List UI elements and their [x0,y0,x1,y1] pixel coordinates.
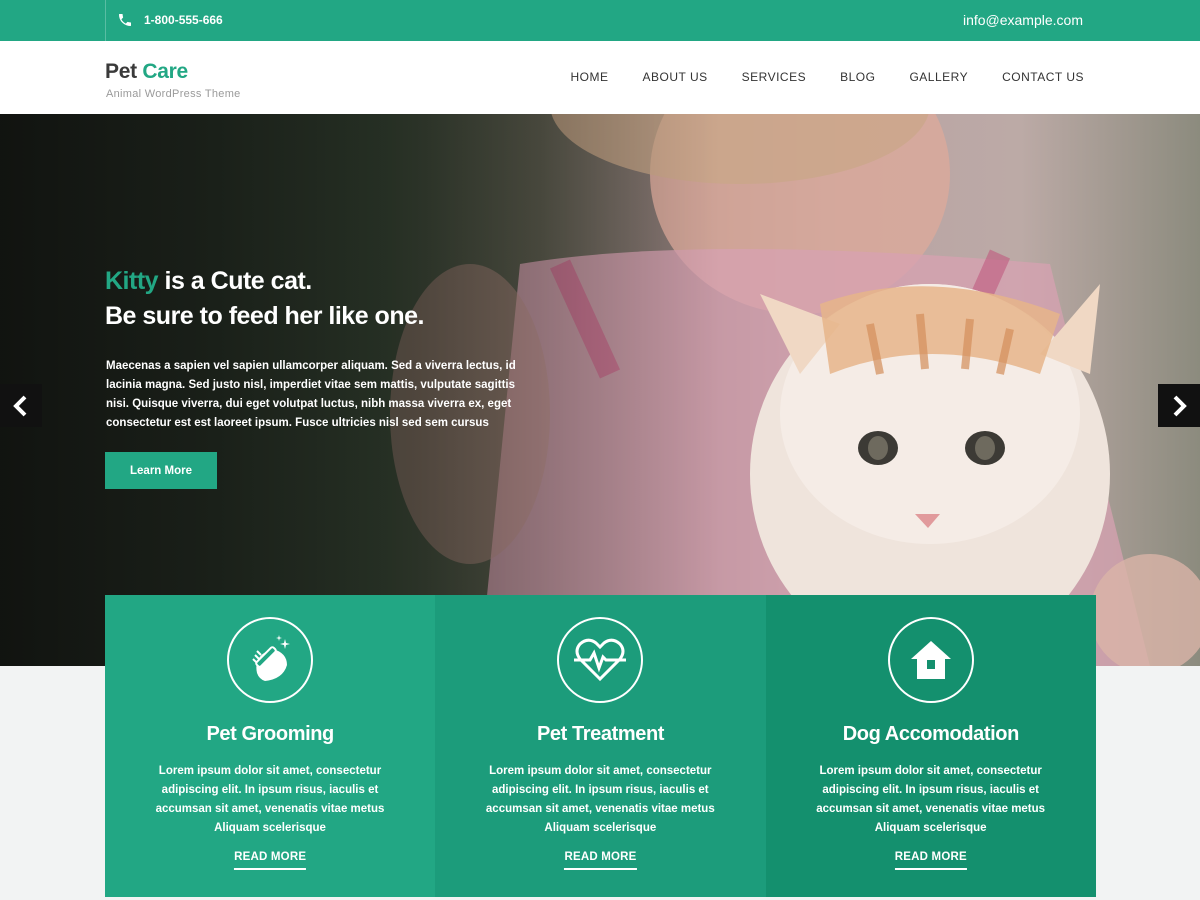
nav-item-contact-us[interactable]: CONTACT US [1002,70,1084,84]
services-cards: Pet Grooming Lorem ipsum dolor sit amet,… [105,595,1096,897]
read-more-link[interactable]: READ MORE [564,851,637,870]
phone-number[interactable]: 1-800-555-666 [144,13,223,27]
slider-next-button[interactable] [1158,384,1200,427]
main-nav: HOME ABOUT US SERVICES BLOG GALLERY CONT… [570,70,1084,84]
site-logo[interactable]: Pet Care [105,60,188,84]
service-card-grooming: Pet Grooming Lorem ipsum dolor sit amet,… [105,595,436,897]
service-icon-circle [887,617,974,703]
hero-title: Kitty is a Cute cat. Be sure to feed her… [105,264,424,334]
nav-item-blog[interactable]: BLOG [840,70,875,84]
logo-text-pet: Pet [105,60,137,83]
site-tagline: Animal WordPress Theme [106,88,241,100]
top-bar-divider [105,0,106,41]
hero-slider: Kitty is a Cute cat. Be sure to feed her… [0,114,1200,666]
hero-description: Maecenas a sapien vel sapien ullamcorper… [106,360,516,429]
service-description: Lorem ipsum dolor sit amet, consectetur … [155,765,385,834]
read-more-link[interactable]: READ MORE [894,851,967,870]
service-card-accommodation: Dog Accomodation Lorem ipsum dolor sit a… [765,595,1096,897]
nav-item-gallery[interactable]: GALLERY [909,70,968,84]
chevron-right-icon [1173,395,1187,416]
service-description: Lorem ipsum dolor sit amet, consectetur … [816,765,1046,834]
read-more-link[interactable]: READ MORE [234,851,307,870]
site-header: Pet Care Animal WordPress Theme HOME ABO… [0,41,1200,114]
service-icon-circle [557,617,644,703]
heartbeat-icon [574,638,627,682]
service-title: Pet Grooming [206,723,334,745]
slider-prev-button[interactable] [0,384,42,427]
nav-item-services[interactable]: SERVICES [742,70,806,84]
service-icon-circle [227,617,314,703]
service-title: Dog Accomodation [842,723,1020,745]
hero-title-line1: is a Cute cat. [164,267,313,295]
hero-title-line2: Be sure to feed her like one. [105,302,424,330]
logo-text-care: Care [142,60,188,83]
service-description: Lorem ipsum dolor sit amet, consectetur … [485,765,715,834]
nav-item-about-us[interactable]: ABOUT US [642,70,707,84]
service-card-treatment: Pet Treatment Lorem ipsum dolor sit amet… [435,595,766,897]
grooming-brush-icon [252,635,291,681]
chevron-left-icon [13,395,27,416]
email-link[interactable]: info@example.com [963,12,1083,28]
hero-title-highlight: Kitty [105,267,159,295]
house-icon [910,641,951,679]
learn-more-button[interactable]: Learn More [105,452,217,489]
service-title: Pet Treatment [536,723,665,745]
top-bar: 1-800-555-666 info@example.com [0,0,1200,41]
nav-item-home[interactable]: HOME [570,70,608,84]
phone-icon [119,14,131,26]
